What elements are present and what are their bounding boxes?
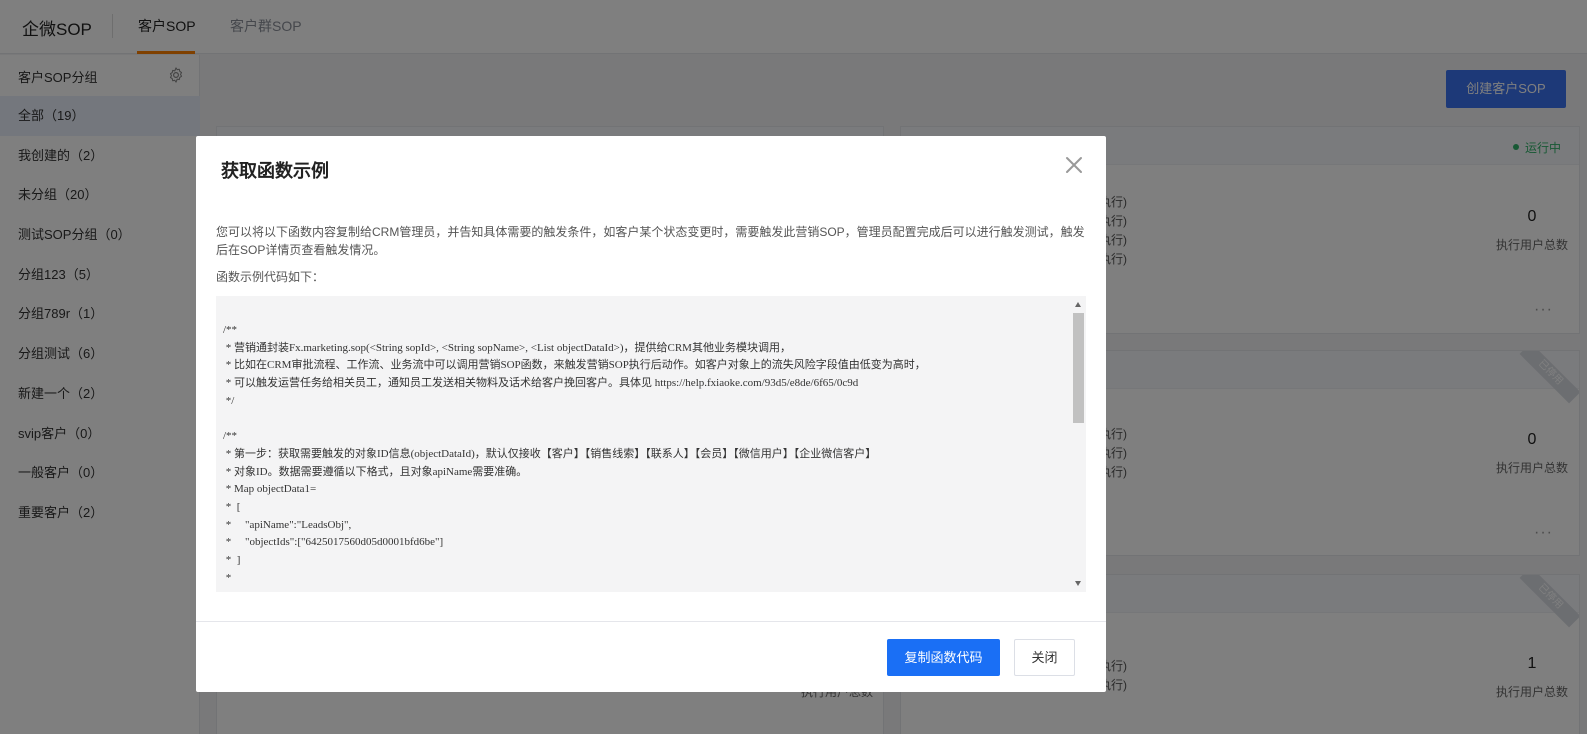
function-code: /** * 营销通封装Fx.marketing.sop(<String sopI… — [223, 324, 926, 592]
code-scrollbar[interactable] — [1071, 296, 1086, 592]
close-button[interactable]: 关闭 — [1014, 639, 1075, 676]
scroll-thumb[interactable] — [1073, 313, 1084, 423]
close-icon[interactable] — [1064, 155, 1084, 175]
code-label: 函数示例代码如下： — [216, 270, 325, 284]
copy-function-code-button[interactable]: 复制函数代码 — [887, 639, 1000, 676]
function-example-dialog: 获取函数示例 您可以将以下函数内容复制给CRM管理员，并告知具体需要的触发条件，… — [196, 136, 1106, 692]
dialog-description: 您可以将以下函数内容复制给CRM管理员，并告知具体需要的触发条件，如客户某个状态… — [216, 225, 1085, 257]
code-box[interactable]: /** * 营销通封装Fx.marketing.sop(<String sopI… — [216, 296, 1086, 592]
scroll-down-icon[interactable] — [1075, 581, 1081, 586]
dialog-title: 获取函数示例 — [221, 161, 329, 181]
dialog-footer: 复制函数代码 关闭 — [196, 621, 1106, 692]
scroll-up-icon[interactable] — [1075, 302, 1081, 307]
